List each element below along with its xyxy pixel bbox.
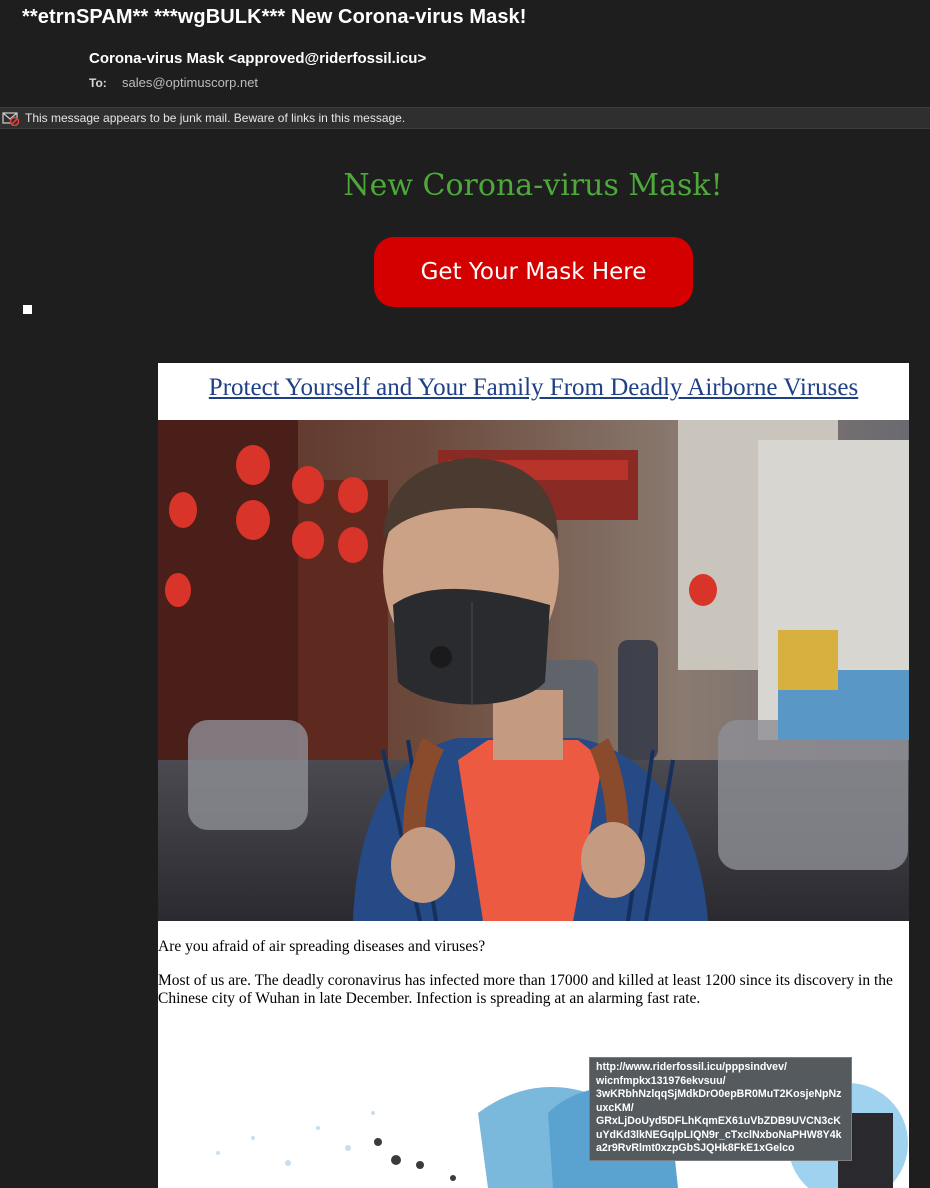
sender[interactable]: Corona-virus Mask <approved@riderfossil.… xyxy=(89,50,426,67)
recipient[interactable]: sales@optimuscorp.net xyxy=(122,75,258,90)
email-headline: New Corona-virus Mask! xyxy=(343,168,723,203)
man-wearing-mask-photo[interactable] xyxy=(158,420,909,921)
bullet-marker xyxy=(23,305,32,314)
junk-mail-icon xyxy=(2,112,20,126)
article-title-link[interactable]: Protect Yourself and Your Family From De… xyxy=(158,374,909,402)
to-label: To: xyxy=(89,76,107,90)
body-paragraph-question: Are you afraid of air spreading diseases… xyxy=(158,938,486,955)
get-mask-button[interactable]: Get Your Mask Here xyxy=(374,237,693,307)
email-subject: **etrnSPAM** ***wgBULK*** New Corona-vir… xyxy=(22,6,527,28)
body-paragraph-infection: Most of us are. The deadly coronavirus h… xyxy=(158,972,893,1007)
junk-mail-banner: This message appears to be junk mail. Be… xyxy=(0,107,930,129)
link-url-tooltip: http://www.riderfossil.icu/pppsindvev/ w… xyxy=(589,1057,852,1161)
junk-mail-warning: This message appears to be junk mail. Be… xyxy=(25,111,406,125)
